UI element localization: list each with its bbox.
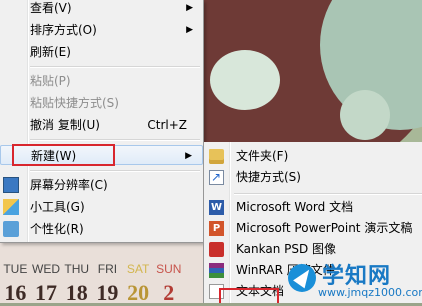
calendar-weekday: SUN [156,262,182,276]
personalize-icon [3,221,19,237]
desktop-context-menu: 查看(V) ▶ 排序方式(O) ▶ 刷新(E) 粘贴(P) 粘贴快捷方式(S) … [0,0,204,243]
menu-item-gadgets[interactable]: 小工具(G) [0,197,203,217]
menu-item-sort-by[interactable]: 排序方式(O) ▶ [0,20,203,40]
calendar-weekday: WED [32,262,61,276]
menu-item-label: 粘贴(P) [30,74,71,88]
highlight-box-text-document [219,288,279,303]
submenu-item-label: Microsoft PowerPoint 演示文稿 [236,221,413,235]
calendar-weekday: TUE [3,262,28,276]
winrar-icon [209,263,224,278]
desktop-calendar: TUE WED THU FRI SAT SUN 16 17 18 19 20 2 [0,262,215,306]
menu-item-label: 查看(V) [30,1,72,15]
menu-item-paste-shortcut: 粘贴快捷方式(S) [0,93,203,113]
calendar-date: 2 [163,280,175,305]
submenu-separator [234,193,422,195]
shortcut-icon [209,167,224,188]
calendar-date: 17 [35,280,58,305]
menu-item-label: 小工具(G) [30,200,85,214]
calendar-weekday: FRI [97,262,118,276]
menu-item-label: 撤消 复制(U) [30,118,100,132]
gadgets-icon [3,199,19,215]
menu-item-shortcut: Ctrl+Z [147,118,187,132]
calendar-date: 19 [96,280,119,305]
menu-item-view[interactable]: 查看(V) ▶ [0,0,203,18]
submenu-item-label: Microsoft Word 文档 [236,200,354,214]
calendar-date: 16 [4,280,27,305]
folder-icon [209,149,224,164]
wallpaper-light-dot [210,50,280,110]
submenu-arrow-icon: ▶ [186,25,193,35]
submenu-item-label: Kankan PSD 图像 [236,242,337,256]
menu-item-label: 个性化(R) [30,222,84,236]
menu-item-undo-copy[interactable]: 撤消 复制(U) Ctrl+Z [0,115,203,135]
menu-separator [30,66,200,68]
menu-separator [30,170,200,172]
watermark-logo-icon [288,264,316,292]
calendar-date: 18 [65,280,88,305]
site-watermark: 学知网 www.jmqz1000.com [288,258,422,303]
submenu-item-psd-image[interactable]: Kankan PSD 图像 [204,239,422,260]
calendar-weekday: SAT [126,262,150,276]
submenu-item-label: 快捷方式(S) [236,170,301,184]
menu-item-screen-resolution[interactable]: 屏幕分辨率(C) [0,175,203,195]
submenu-item-shortcut[interactable]: 快捷方式(S) [204,167,422,188]
menu-item-label: 粘贴快捷方式(S) [30,96,119,110]
menu-item-label: 刷新(E) [30,45,71,59]
menu-item-personalize[interactable]: 个性化(R) [0,219,203,239]
submenu-arrow-icon: ▶ [186,3,193,13]
menu-item-label: 屏幕分辨率(C) [30,178,108,192]
word-icon: W [209,200,224,215]
menu-item-paste: 粘贴(P) [0,71,203,91]
submenu-item-label: 文件夹(F) [236,149,289,163]
calendar-date: 20 [127,280,150,305]
calendar-date-row: 16 17 18 19 20 2 [0,280,215,306]
wallpaper-light-dot [340,90,390,140]
menu-separator [30,139,200,141]
menu-item-label: 排序方式(O) [30,23,97,37]
submenu-item-word-document[interactable]: W Microsoft Word 文档 [204,197,422,218]
submenu-item-powerpoint[interactable]: P Microsoft PowerPoint 演示文稿 [204,218,422,239]
submenu-item-folder[interactable]: 文件夹(F) [204,146,422,167]
calendar-weekday-row: TUE WED THU FRI SAT SUN [0,262,215,276]
submenu-arrow-icon: ▶ [185,151,192,161]
highlight-box-new [12,144,115,166]
psd-icon [209,242,224,257]
menu-item-refresh[interactable]: 刷新(E) [0,42,203,62]
powerpoint-icon: P [209,221,224,236]
screen-resolution-icon [3,177,19,193]
watermark-url: www.jmqz1000.com [318,286,422,299]
calendar-weekday: THU [64,262,90,276]
